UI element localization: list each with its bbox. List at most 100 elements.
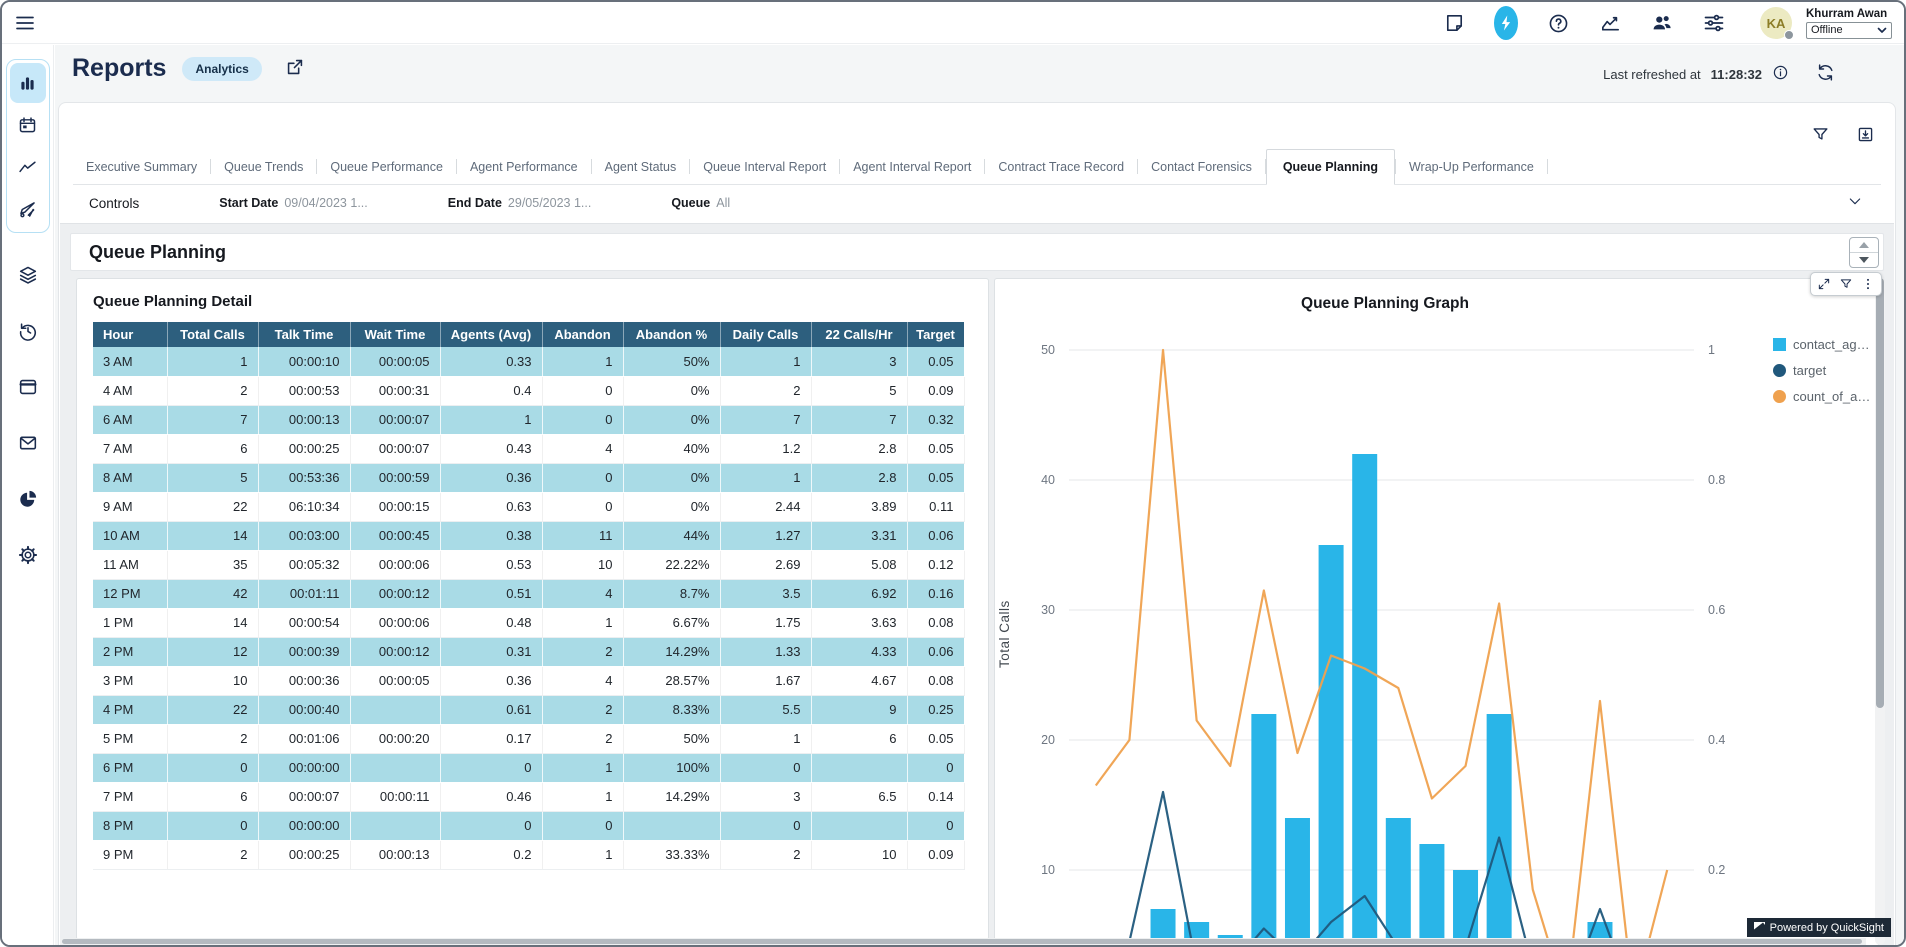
- table-cell[interactable]: 14: [167, 521, 258, 550]
- table-cell[interactable]: 5.5: [720, 695, 811, 724]
- table-cell[interactable]: 8.33%: [623, 695, 720, 724]
- controls-collapse-icon[interactable]: [1847, 193, 1863, 212]
- table-row[interactable]: 8 PM000:00:000000: [93, 811, 964, 840]
- status-select[interactable]: Offline: [1806, 22, 1892, 39]
- table-cell[interactable]: 22: [167, 695, 258, 724]
- maximize-icon[interactable]: [1815, 275, 1833, 293]
- table-cell[interactable]: 2.44: [720, 492, 811, 521]
- table-cell[interactable]: 6 AM: [93, 405, 167, 434]
- menu-icon[interactable]: [14, 12, 36, 34]
- table-cell[interactable]: 00:00:00: [258, 811, 350, 840]
- table-cell[interactable]: 0%: [623, 405, 720, 434]
- table-cell[interactable]: 0: [542, 463, 623, 492]
- table-cell[interactable]: 1: [720, 347, 811, 376]
- table-cell[interactable]: 00:00:31: [350, 376, 440, 405]
- table-cell[interactable]: 14: [167, 608, 258, 637]
- table-cell[interactable]: 33.33%: [623, 840, 720, 869]
- flash-icon[interactable]: [1494, 11, 1518, 35]
- table-cell[interactable]: 10: [167, 666, 258, 695]
- table-cell[interactable]: 8 PM: [93, 811, 167, 840]
- table-row[interactable]: 4 PM2200:00:400.6128.33%5.590.25: [93, 695, 964, 724]
- table-cell[interactable]: 00:00:45: [350, 521, 440, 550]
- table-row[interactable]: 9 AM2206:10:3400:00:150.6300%2.443.890.1…: [93, 492, 964, 521]
- sidebar-item-mail[interactable]: [10, 431, 46, 455]
- table-row[interactable]: 8 AM500:53:3600:00:590.3600%12.80.05: [93, 463, 964, 492]
- table-cell[interactable]: 7: [167, 405, 258, 434]
- table-cell[interactable]: 0.31: [440, 637, 542, 666]
- table-cell[interactable]: 00:00:05: [350, 347, 440, 376]
- table-cell[interactable]: 2.8: [811, 463, 907, 492]
- table-cell[interactable]: 00:00:15: [350, 492, 440, 521]
- table-cell[interactable]: 3.5: [720, 579, 811, 608]
- table-cell[interactable]: 0: [440, 753, 542, 782]
- table-cell[interactable]: 0.16: [907, 579, 964, 608]
- table-cell[interactable]: 12: [167, 637, 258, 666]
- table-row[interactable]: 4 AM200:00:5300:00:310.400%250.09: [93, 376, 964, 405]
- help-icon[interactable]: [1546, 11, 1570, 35]
- sidebar-item-settings[interactable]: [10, 543, 46, 567]
- table-cell[interactable]: 0: [720, 811, 811, 840]
- table-cell[interactable]: 6.67%: [623, 608, 720, 637]
- table-cell[interactable]: 0.63: [440, 492, 542, 521]
- table-cell[interactable]: 06:10:34: [258, 492, 350, 521]
- hscroll-thumb[interactable]: [62, 939, 1862, 944]
- table-cell[interactable]: 22: [167, 492, 258, 521]
- table-cell[interactable]: 4.67: [811, 666, 907, 695]
- table-cell[interactable]: 6: [167, 434, 258, 463]
- table-cell[interactable]: 3 PM: [93, 666, 167, 695]
- table-cell[interactable]: 9: [811, 695, 907, 724]
- table-cell[interactable]: 0.05: [907, 724, 964, 753]
- table-cell[interactable]: 2.69: [720, 550, 811, 579]
- table-cell[interactable]: 00:00:20: [350, 724, 440, 753]
- table-cell[interactable]: 1: [542, 840, 623, 869]
- sidebar-item-calendar[interactable]: [10, 105, 46, 145]
- tab-executive-summary[interactable]: Executive Summary: [73, 151, 210, 184]
- table-row[interactable]: 7 PM600:00:0700:00:110.46114.29%36.50.14: [93, 782, 964, 811]
- notes-icon[interactable]: [1442, 11, 1466, 35]
- table-cell[interactable]: 6: [811, 724, 907, 753]
- table-cell[interactable]: 0.09: [907, 376, 964, 405]
- table-cell[interactable]: 2 PM: [93, 637, 167, 666]
- download-icon[interactable]: [1856, 125, 1875, 147]
- table-cell[interactable]: 0: [440, 811, 542, 840]
- table-cell[interactable]: 2: [720, 840, 811, 869]
- table-cell[interactable]: 1: [720, 724, 811, 753]
- table-cell[interactable]: 00:00:59: [350, 463, 440, 492]
- table-cell[interactable]: 0%: [623, 492, 720, 521]
- table-cell[interactable]: 100%: [623, 753, 720, 782]
- table-cell[interactable]: 00:03:00: [258, 521, 350, 550]
- tab-queue-trends[interactable]: Queue Trends: [211, 151, 316, 184]
- external-link-icon[interactable]: [284, 56, 306, 81]
- control-end-date[interactable]: End Date29/05/2023 1...: [448, 196, 592, 210]
- table-cell[interactable]: 40%: [623, 434, 720, 463]
- table-cell[interactable]: [811, 753, 907, 782]
- table-cell[interactable]: 1: [167, 347, 258, 376]
- table-cell[interactable]: 1 PM: [93, 608, 167, 637]
- table-cell[interactable]: 3.31: [811, 521, 907, 550]
- combo-chart[interactable]: 100.2200.4300.6400.8501: [995, 279, 1879, 947]
- legend-item[interactable]: count_of_a…: [1773, 389, 1870, 404]
- table-cell[interactable]: 0: [907, 811, 964, 840]
- table-row[interactable]: 5 PM200:01:0600:00:200.17250%160.05: [93, 724, 964, 753]
- table-cell[interactable]: 0%: [623, 463, 720, 492]
- table-cell[interactable]: 0.53: [440, 550, 542, 579]
- sheet-vertical-scrollbar[interactable]: [1875, 278, 1885, 945]
- table-cell[interactable]: 42: [167, 579, 258, 608]
- table-row[interactable]: 3 PM1000:00:3600:00:050.36428.57%1.674.6…: [93, 666, 964, 695]
- sidebar-item-design[interactable]: [10, 189, 46, 229]
- table-cell[interactable]: 10 AM: [93, 521, 167, 550]
- table-cell[interactable]: 1.27: [720, 521, 811, 550]
- table-cell[interactable]: 28.57%: [623, 666, 720, 695]
- legend-item[interactable]: target: [1773, 363, 1870, 378]
- table-cell[interactable]: 3.63: [811, 608, 907, 637]
- sidebar-item-window[interactable]: [10, 375, 46, 399]
- table-cell[interactable]: 5: [167, 463, 258, 492]
- table-cell[interactable]: 0.4: [440, 376, 542, 405]
- bar-series-contact_ag…[interactable]: [1151, 454, 1613, 947]
- table-cell[interactable]: 00:00:12: [350, 579, 440, 608]
- table-row[interactable]: 6 PM000:00:0001100%00: [93, 753, 964, 782]
- table-cell[interactable]: 12 PM: [93, 579, 167, 608]
- table-cell[interactable]: 00:01:11: [258, 579, 350, 608]
- table-cell[interactable]: 00:00:53: [258, 376, 350, 405]
- table-cell[interactable]: 2: [167, 376, 258, 405]
